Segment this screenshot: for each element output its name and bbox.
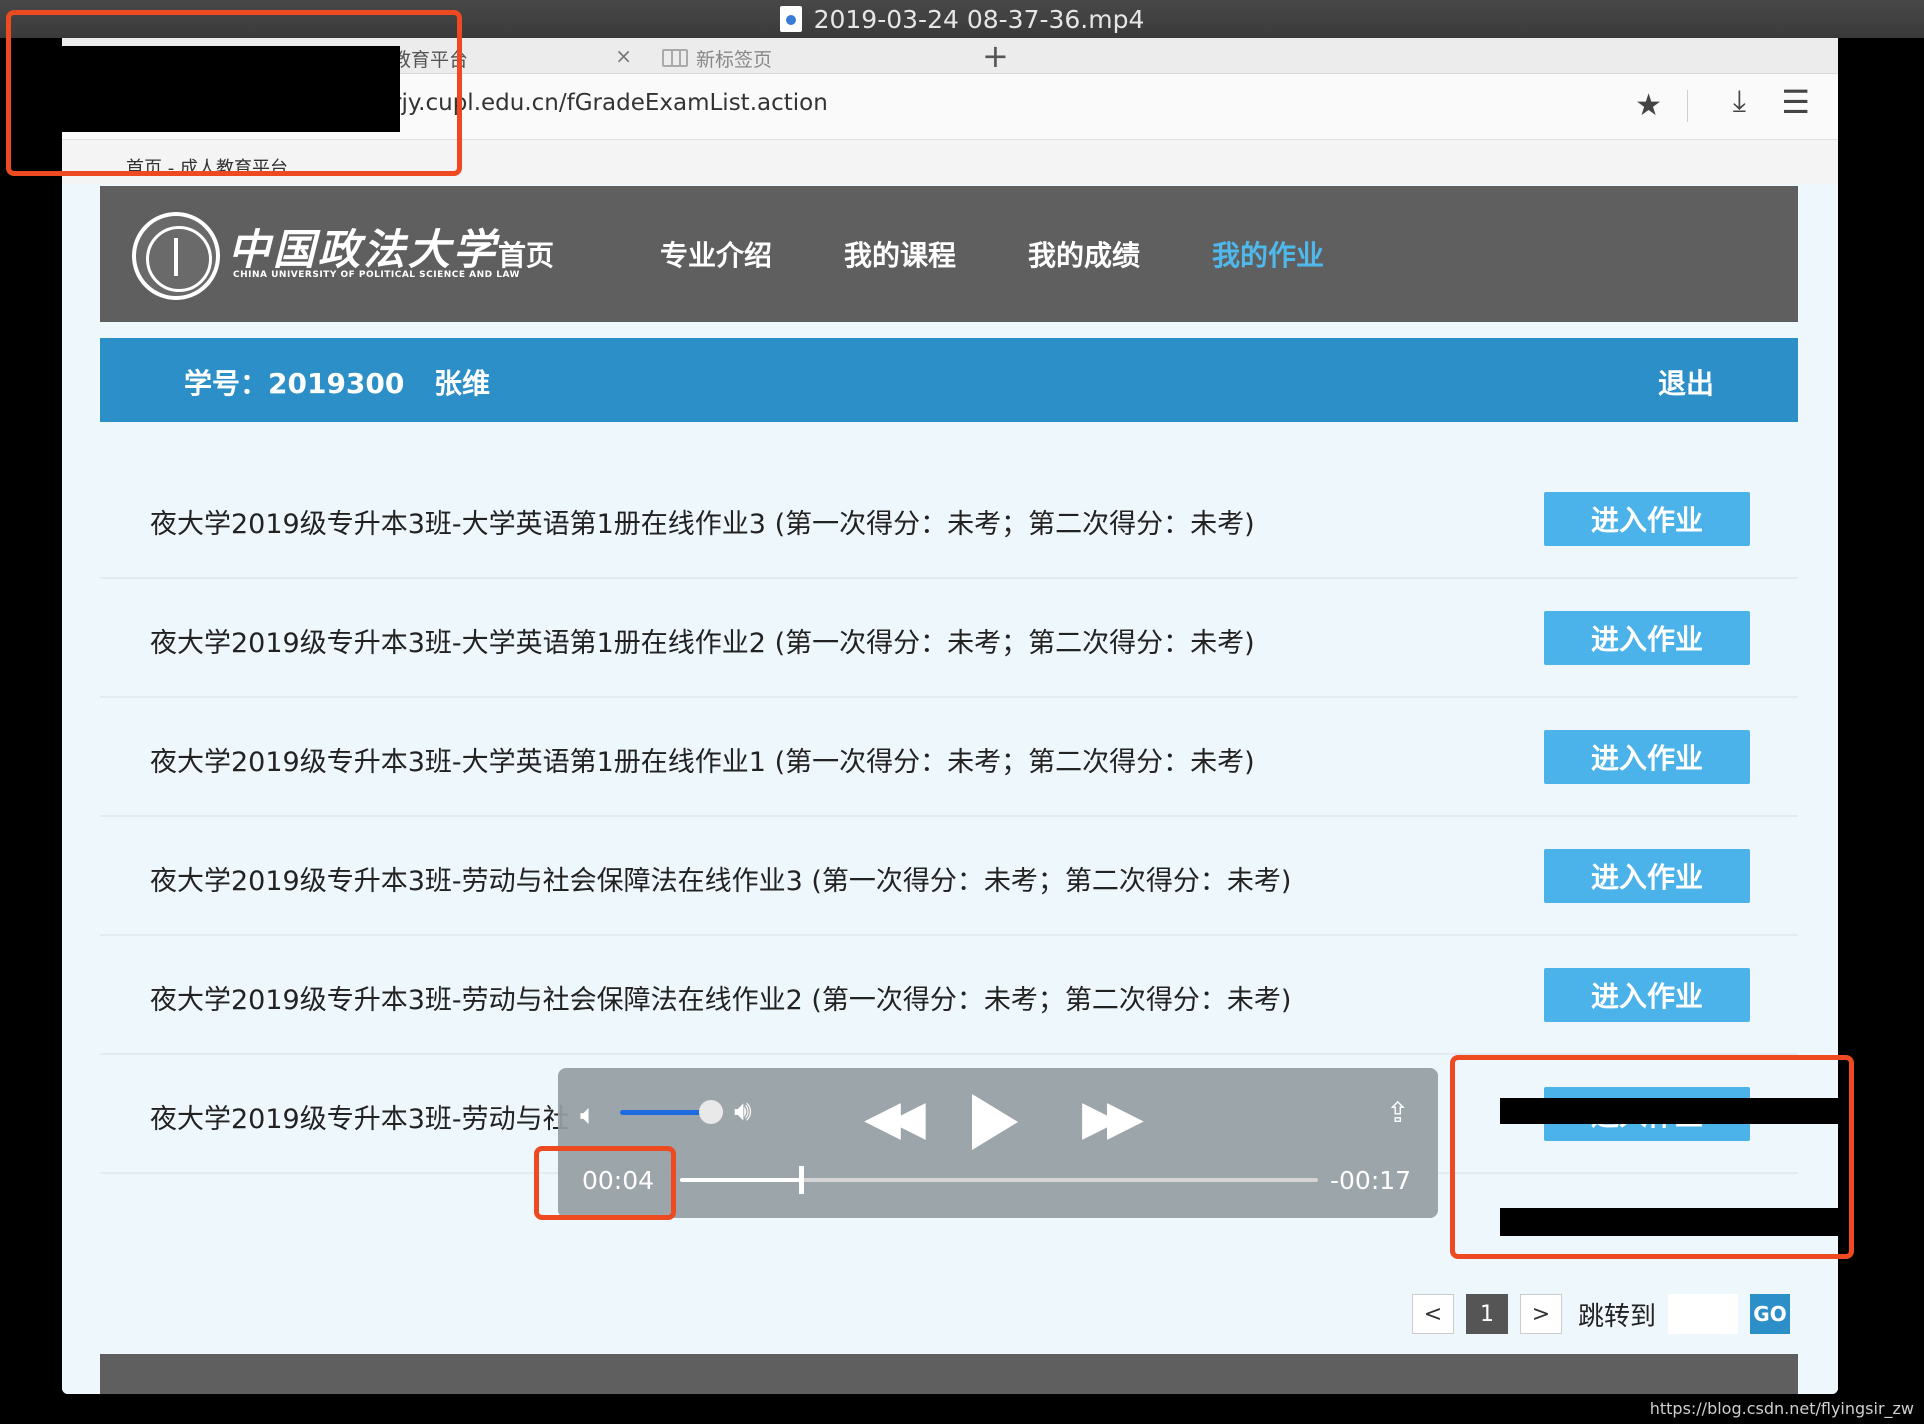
assignment-title: 夜大学2019级专升本3班-大学英语第1册在线作业2 (第一次得分：未考；第二次… [150,628,1255,659]
bookmark-star-icon[interactable]: ★ [1635,88,1662,123]
assignment-title: 夜大学2019级专升本3班-劳动与社会保障法在线作业3 (第一次得分：未考；第二… [150,866,1292,897]
pagination: < 1 > 跳转到 GO [1412,1294,1791,1334]
enter-assignment-button[interactable]: 进入作业 [1544,968,1750,1022]
logout-link[interactable]: 退出 [1658,362,1714,402]
jump-page-input[interactable] [1668,1294,1739,1334]
menu-icon[interactable]: ☰ [1781,83,1810,121]
nav-my-grades[interactable]: 我的成绩 [1028,234,1140,274]
nav-my-courses[interactable]: 我的课程 [844,234,956,274]
student-id: 学号：2019300 [184,367,405,400]
university-seal-icon [132,212,220,300]
tab-new-tab[interactable]: 新标签页 [662,42,842,74]
site-header: 中国政法大学 CHINA UNIVERSITY OF POLITICAL SCI… [100,186,1798,322]
toolbar-divider [1687,90,1688,122]
assignment-title: 夜大学2019级专升本3班-劳动与社会保障法在线作业2 (第一次得分：未考；第二… [150,985,1292,1016]
student-name: 张维 [434,367,491,400]
annotation-highlight-box [534,1146,676,1220]
player-title: 2019-03-24 08-37-36.mp4 [813,4,1145,34]
rewind-icon[interactable]: ◀◀ [864,1090,926,1146]
enter-assignment-button[interactable]: 进入作业 [1544,730,1750,784]
annotation-highlight-box [1450,1055,1854,1259]
play-icon[interactable] [972,1094,1018,1150]
enter-assignment-button[interactable]: 进入作业 [1544,492,1750,546]
student-info-bar: 学号：2019300 张维 退出 [100,338,1798,422]
go-button[interactable]: GO [1750,1294,1791,1334]
university-logo-subtext: CHINA UNIVERSITY OF POLITICAL SCIENCE AN… [233,270,520,280]
enter-assignment-button[interactable]: 进入作业 [1544,611,1750,665]
watermark-url: https://blog.csdn.net/flyingsir_zw [1649,1399,1914,1418]
assignment-title: 夜大学2019级专升本3班-大学英语第1册在线作业3 (第一次得分：未考；第二次… [150,509,1255,540]
assignment-row: 夜大学2019级专升本3班-大学英语第1册在线作业3 (第一次得分：未考；第二次… [100,460,1798,579]
volume-low-icon[interactable]: 🔈︎ [580,1098,597,1132]
next-page-button[interactable]: > [1520,1294,1562,1334]
tab-label: 新标签页 [696,48,773,71]
fast-forward-icon[interactable]: ▶▶ [1082,1090,1144,1146]
share-icon[interactable]: ⇪ [1386,1096,1409,1129]
assignment-title: 夜大学2019级专升本3班-劳动与社 [150,1104,570,1135]
volume-slider-knob[interactable] [698,1100,723,1124]
annotation-highlight-box [6,10,462,176]
assignment-row: 夜大学2019级专升本3班-大学英语第1册在线作业1 (第一次得分：未考；第二次… [100,698,1798,817]
video-file-icon [779,6,802,32]
nav-my-homework[interactable]: 我的作业 [1212,234,1324,274]
video-controls: 🔈︎ 🔊︎ ◀◀ ▶▶ ⇪ 00:04 -00:17 [558,1068,1438,1218]
download-icon[interactable]: ⤓ [1733,84,1746,119]
new-tab-button[interactable]: + [982,38,1009,74]
assignment-row: 夜大学2019级专升本3班-劳动与社会保障法在线作业3 (第一次得分：未考；第二… [100,817,1798,936]
assignment-title: 夜大学2019级专升本3班-大学英语第1册在线作业1 (第一次得分：未考；第二次… [150,747,1255,778]
university-logo-text: 中国政法大学 [228,225,499,274]
volume-high-icon[interactable]: 🔊︎ [734,1094,752,1128]
site-footer [100,1354,1798,1394]
grid-icon [662,49,688,67]
nav-home[interactable]: 首页 [498,234,554,274]
nav-major-intro[interactable]: 专业介绍 [660,234,772,274]
assignment-row: 夜大学2019级专升本3班-劳动与社会保障法在线作业2 (第一次得分：未考；第二… [100,936,1798,1055]
assignment-row: 夜大学2019级专升本3班-大学英语第1册在线作业2 (第一次得分：未考；第二次… [100,579,1798,698]
enter-assignment-button[interactable]: 进入作业 [1544,849,1750,903]
seek-handle[interactable] [799,1166,805,1194]
jump-to-label: 跳转到 [1578,1301,1657,1332]
seek-bar-progress [680,1178,802,1182]
current-page[interactable]: 1 [1466,1294,1508,1334]
remaining-time: -00:17 [1330,1166,1412,1195]
volume-slider[interactable] [620,1110,710,1115]
close-tab-icon[interactable]: × [615,44,632,68]
prev-page-button[interactable]: < [1412,1294,1454,1334]
